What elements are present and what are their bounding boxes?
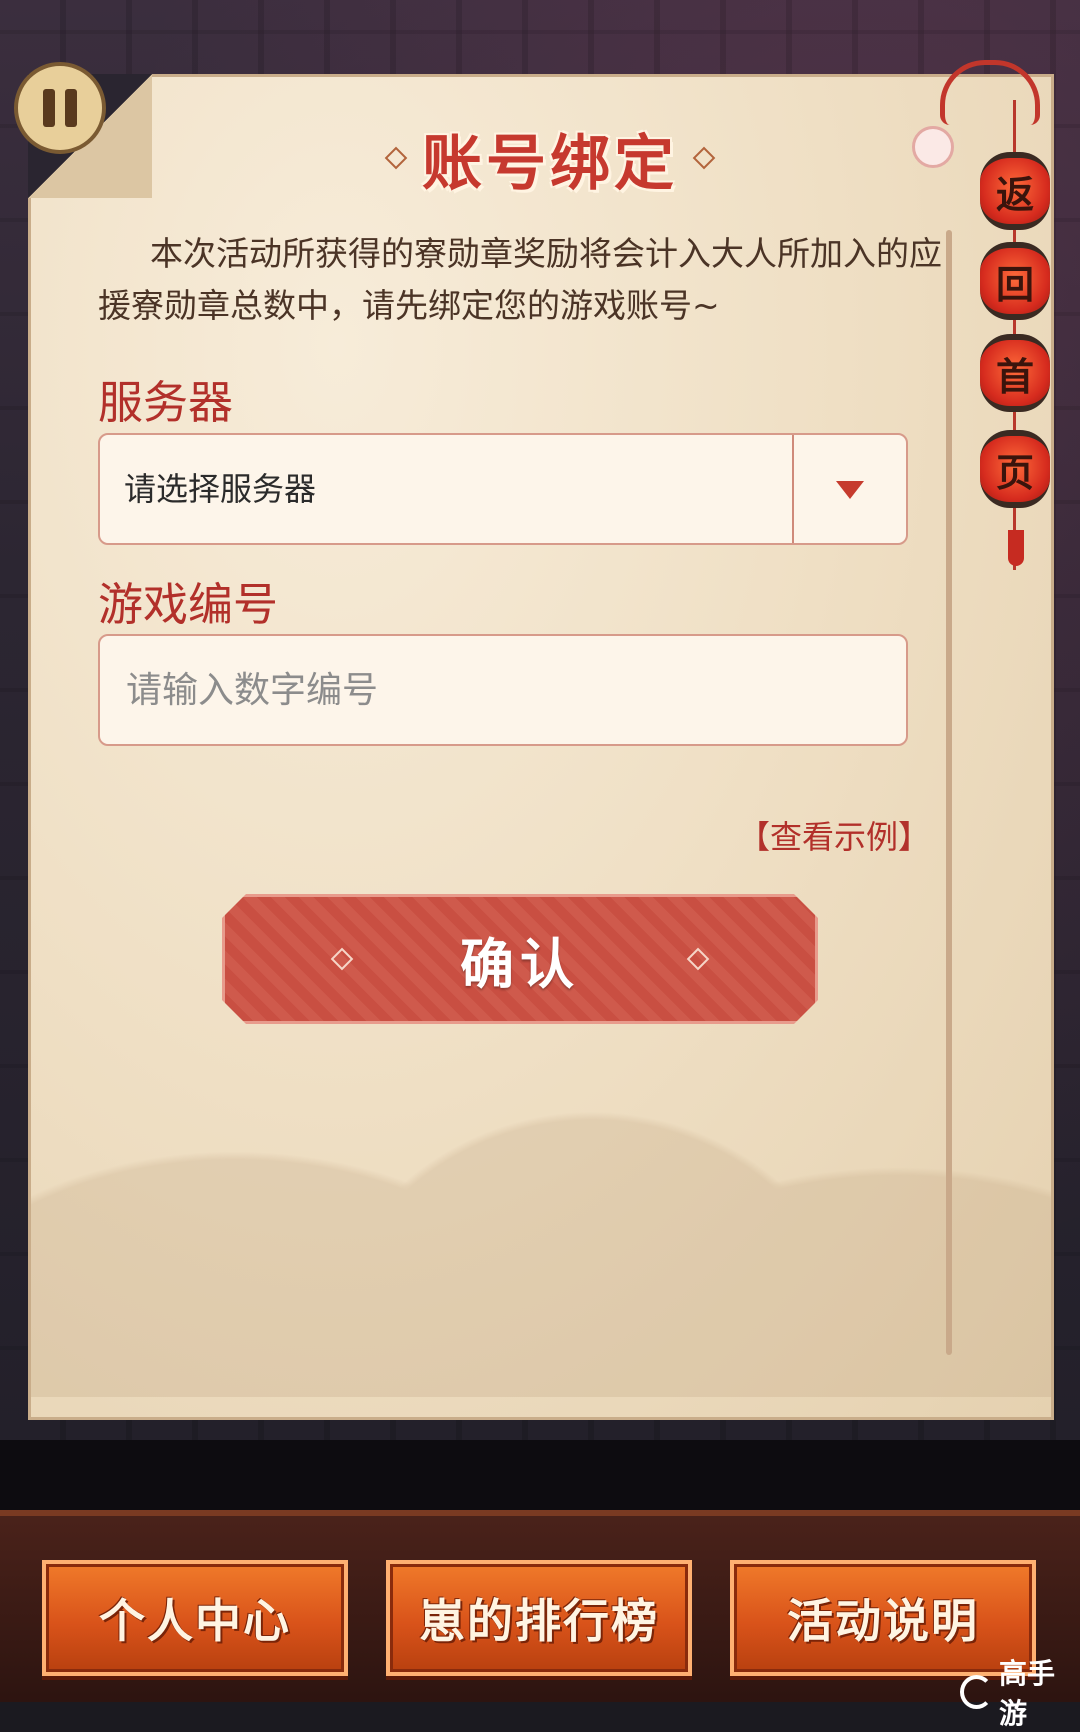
- watermark: 高手游: [960, 1652, 1080, 1732]
- lantern-home-1[interactable]: 首: [980, 334, 1050, 412]
- game-id-label: 游戏编号: [98, 578, 279, 631]
- diamond-ornament-icon: [687, 948, 710, 971]
- logo-icon: [960, 1675, 994, 1709]
- confirm-button[interactable]: 确认: [222, 894, 818, 1024]
- game-id-input[interactable]: [98, 634, 908, 746]
- flower-icon: [912, 126, 954, 168]
- ranking-button[interactable]: 崽的排行榜: [386, 1560, 692, 1676]
- view-example-link[interactable]: 【查看示例】: [738, 812, 930, 858]
- diamond-ornament-icon: [384, 146, 408, 170]
- diamond-ornament-icon: [692, 146, 716, 170]
- scrollbar[interactable]: [946, 230, 952, 1355]
- server-select-value: 请选择服务器: [124, 470, 317, 508]
- dark-band: [0, 1440, 1080, 1510]
- pause-icon-bar: [65, 89, 77, 127]
- dialog-description: 本次活动所获得的寮勋章奖励将会计入大人所加入的应援寮勋章总数中，请先绑定您的游戏…: [98, 234, 942, 325]
- chevron-down-icon[interactable]: [836, 481, 864, 499]
- select-divider: [792, 435, 794, 543]
- lantern-return-2[interactable]: 回: [980, 242, 1050, 320]
- confirm-button-label: 确认: [460, 931, 580, 996]
- lantern-tassel-icon: [1008, 530, 1024, 566]
- pause-button[interactable]: [14, 62, 106, 154]
- server-label: 服务器: [98, 376, 234, 429]
- personal-center-button[interactable]: 个人中心: [42, 1560, 348, 1676]
- server-select[interactable]: 请选择服务器: [98, 433, 908, 545]
- diamond-ornament-icon: [331, 948, 354, 971]
- lantern-home-2[interactable]: 页: [980, 430, 1050, 508]
- watermark-text: 高手游: [999, 1657, 1056, 1730]
- lantern-return-1[interactable]: 返: [980, 152, 1050, 230]
- dialog-title-wrap: 账号绑定: [380, 118, 720, 199]
- dialog-title: 账号绑定: [422, 128, 678, 199]
- pause-icon: [43, 89, 55, 127]
